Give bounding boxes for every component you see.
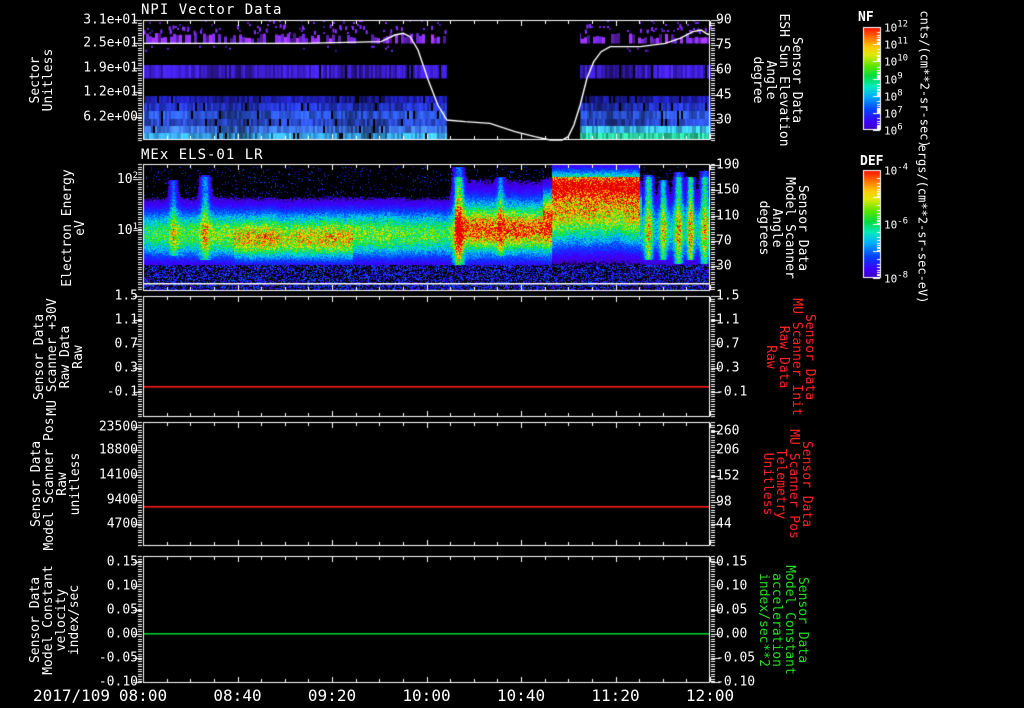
axis-title-left: Electron Energy eV — [60, 168, 88, 287]
axis-title-right: Sensor Data MU Scanner Init Raw Data Raw — [763, 297, 817, 416]
x-tick-label: 10:40 — [496, 686, 546, 705]
axis-title-right: Sensor Data Model Scanner Angle degrees — [756, 176, 810, 279]
y-tick-label-right: 260 — [716, 423, 740, 439]
y-tick-label-right: 0.3 — [716, 360, 740, 376]
y-tick-label-left: 2.5e+01 — [83, 35, 138, 51]
colorbar-tick-label: 1010 — [884, 54, 909, 69]
colorbar-tick-label: 10-8 — [884, 270, 909, 286]
y-tick-label-left: 23500 — [98, 419, 138, 435]
x-tick-label: 10:00 — [402, 686, 451, 705]
y-tick-label-right: -0.05 — [716, 650, 756, 666]
y-tick-label-left: 0.05 — [106, 602, 138, 618]
colorbar-tick-label: 107 — [884, 105, 903, 121]
y-tick-label-left: 1.9e+01 — [83, 60, 138, 76]
colorbar-tick-label: 1012 — [884, 19, 909, 35]
colorbar-tick-label: 106 — [884, 122, 903, 138]
y-tick-label-right: -0.1 — [716, 384, 748, 400]
x-tick-label: 08:40 — [213, 686, 262, 705]
y-tick-label-right: 0.00 — [716, 626, 748, 642]
axis-title-right: Sensor Data Model Constant acceleration ind… — [756, 564, 810, 675]
y-tick-label-left: 101 — [116, 221, 138, 239]
colorbar-tick-label: 10-4 — [884, 162, 909, 178]
colorbar-nf-title: NF — [858, 10, 874, 25]
panel1-title: NPI Vector Data — [141, 2, 283, 18]
y-tick-label-left: 3.1e+01 — [83, 12, 138, 28]
y-tick-label-left: 0.00 — [106, 626, 138, 642]
y-tick-label-right: 60 — [716, 62, 732, 78]
y-tick-label-left: 6.2e+00 — [83, 109, 138, 125]
y-tick-label-left: 0.7 — [114, 336, 138, 352]
y-tick-label-right: 70 — [716, 233, 732, 249]
y-tick-label-right: 44 — [716, 516, 732, 532]
colorbar-tick-label: 109 — [884, 71, 903, 86]
plot-canvas — [0, 0, 1024, 708]
axis-title-left: Sensor Data MU Scanner +30V Raw Data Raw — [32, 297, 86, 416]
colorbar-def-title: DEF — [860, 154, 884, 169]
y-tick-label-right: 1.1 — [716, 312, 740, 328]
y-tick-label-left: 1.1 — [114, 312, 138, 328]
axis-title-right: Sensor Data ESH Sun Elevation Angle degree — [750, 13, 804, 147]
y-tick-label-right: 98 — [716, 494, 732, 510]
y-tick-label-right: 30 — [716, 258, 732, 274]
y-tick-label-right: 30 — [716, 112, 732, 128]
y-tick-label-right: 45 — [716, 87, 732, 103]
axis-title-right: Sensor Data MU Scanner Pos Telemetry Unitle… — [760, 429, 814, 539]
y-tick-label-right: 190 — [716, 157, 740, 173]
y-tick-label-right: 152 — [716, 468, 740, 484]
axis-units-right: ergs/(cm**2-sr-sec-eV) — [915, 144, 930, 304]
y-tick-label-right: 90 — [716, 12, 732, 28]
panel2-title: MEx ELS-01 LR — [141, 147, 264, 163]
y-tick-label-right: 75 — [716, 37, 732, 53]
y-tick-label-left: 0.3 — [114, 360, 138, 376]
x-tick-label: 09:20 — [307, 686, 357, 705]
y-tick-label-left: 1.2e+01 — [83, 84, 138, 100]
y-tick-label-left: -0.1 — [106, 384, 138, 400]
axis-title-left: Sector Unitless — [28, 48, 56, 112]
x-tick-label: 12:00 — [685, 686, 735, 705]
y-tick-label-right: 110 — [716, 208, 740, 224]
y-tick-label-right: 206 — [716, 442, 740, 458]
y-tick-label-right: 0.7 — [716, 336, 740, 352]
science-plot-figure: NPI Vector Data MEx ELS-01 LR 2017/109 N… — [0, 0, 1024, 708]
colorbar-tick-label: 108 — [884, 88, 903, 103]
axis-units-right: cnts/(cm**2-sr-sec) — [917, 9, 932, 148]
y-tick-label-left: -0.05 — [98, 650, 138, 666]
x-tick-label: 08:00 — [118, 686, 168, 705]
y-tick-label-right: 1.5 — [716, 288, 740, 304]
y-tick-label-left: 1.5 — [114, 288, 138, 304]
y-tick-label-left: 0.10 — [106, 578, 138, 594]
axis-title-left: Sensor Data Model Constant velocity index/s… — [28, 564, 82, 675]
y-tick-label-left: 18800 — [98, 442, 138, 458]
y-tick-label-left: 102 — [116, 170, 138, 188]
y-tick-label-right: 150 — [716, 182, 740, 198]
colorbar-tick-label: 1011 — [884, 36, 909, 52]
x-tick-label: 11:20 — [591, 686, 640, 705]
y-tick-label-right: 0.10 — [716, 578, 748, 594]
colorbar-tick-label: 10-6 — [884, 216, 909, 232]
y-tick-label-left: 9400 — [106, 492, 138, 508]
y-tick-label-left: 14100 — [98, 467, 138, 483]
y-tick-label-left: 0.15 — [106, 554, 138, 570]
y-tick-label-right: 0.15 — [716, 554, 748, 570]
axis-title-left: Sensor Data Model Scanner Pos Raw unitless — [29, 417, 83, 551]
y-tick-label-left: 4700 — [106, 516, 138, 532]
y-tick-label-right: 0.05 — [716, 602, 748, 618]
